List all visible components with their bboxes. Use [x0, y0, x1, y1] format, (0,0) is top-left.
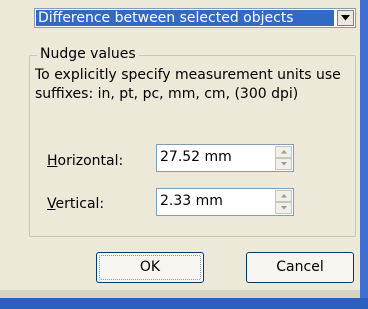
- horizontal-label: Horizontal:: [47, 152, 123, 170]
- horizontal-spin-up-button[interactable]: [275, 146, 292, 158]
- vertical-label-text: ertical:: [55, 196, 105, 212]
- ok-button[interactable]: OK: [96, 252, 204, 283]
- vertical-spin-up-button[interactable]: [275, 190, 292, 202]
- dropdown-button[interactable]: [337, 10, 354, 26]
- vertical-mnemonic: V: [47, 196, 56, 212]
- window-frame-right: [360, 0, 368, 309]
- horizontal-value[interactable]: 27.52 mm: [160, 148, 232, 166]
- horizontal-label-text: orizontal:: [57, 153, 124, 169]
- units-help-text: To explicitly specify measurement units …: [35, 67, 341, 102]
- horizontal-spinbox[interactable]: 27.52 mm: [156, 144, 294, 172]
- spin-down-arrow-icon: [281, 162, 287, 166]
- dialog-bottom-edge: [0, 290, 360, 298]
- chevron-down-icon: [341, 15, 350, 21]
- vertical-spinbox[interactable]: 2.33 mm: [156, 188, 294, 216]
- ok-focus-ring: [99, 255, 201, 280]
- vertical-value[interactable]: 2.33 mm: [160, 192, 223, 210]
- horizontal-spin-buttons: [275, 146, 292, 170]
- cancel-button[interactable]: Cancel: [246, 252, 354, 283]
- mode-dropdown[interactable]: Difference between selected objects: [34, 8, 356, 28]
- dialog: Difference between selected objects Nudg…: [0, 0, 360, 298]
- spin-up-arrow-icon: [281, 150, 287, 154]
- vertical-spin-buttons: [275, 190, 292, 214]
- spin-up-arrow-icon: [281, 194, 287, 198]
- spin-down-arrow-icon: [281, 206, 287, 210]
- horizontal-mnemonic: H: [47, 153, 58, 169]
- window-frame-bottom: [0, 298, 368, 309]
- horizontal-spin-down-button[interactable]: [275, 158, 292, 170]
- cancel-button-label: Cancel: [276, 259, 324, 275]
- nudge-values-title: Nudge values: [37, 45, 139, 63]
- vertical-label: Vertical:: [47, 195, 104, 213]
- vertical-spin-down-button[interactable]: [275, 202, 292, 214]
- dropdown-selected-value: Difference between selected objects: [36, 10, 334, 26]
